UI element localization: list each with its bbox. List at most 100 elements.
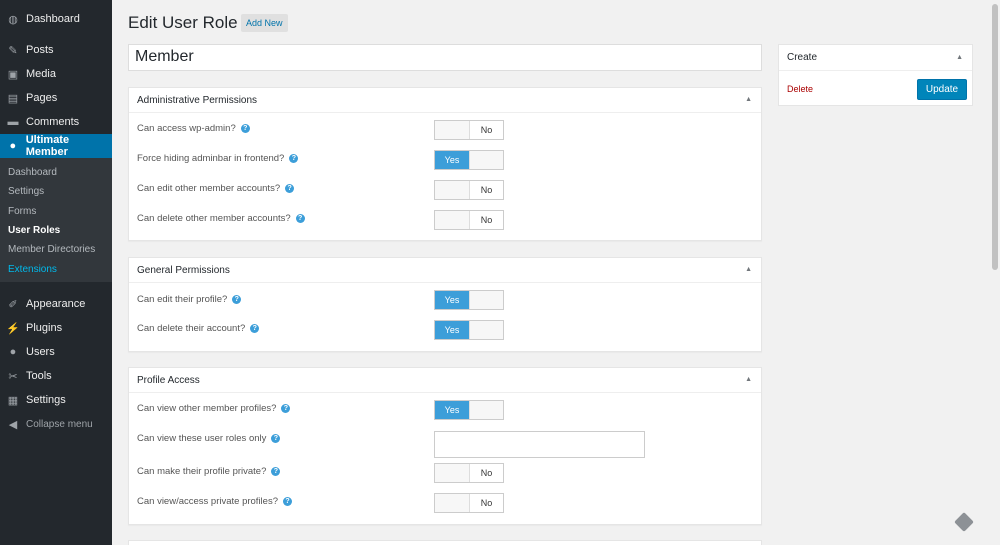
panel-header[interactable]: Profile Access ▲ bbox=[129, 368, 761, 393]
menu-pages[interactable]: ▤ Pages bbox=[0, 86, 112, 110]
permission-label: Can edit their profile?? bbox=[137, 294, 242, 305]
collapse-arrow-icon[interactable]: ▲ bbox=[956, 54, 963, 61]
collapse-arrow-icon[interactable]: ▲ bbox=[745, 376, 752, 383]
label-text: Can edit their profile? bbox=[137, 294, 228, 305]
collapse-menu-button[interactable]: ◀ Collapse menu bbox=[0, 412, 112, 436]
role-title-input[interactable]: Member bbox=[128, 44, 762, 71]
permission-label: Can make their profile private?? bbox=[137, 466, 281, 477]
page-title: Edit User Role bbox=[128, 13, 238, 32]
toggle-handle bbox=[468, 291, 503, 309]
menu-dashboard[interactable]: ◍ Dashboard bbox=[0, 7, 112, 31]
update-button[interactable]: Update bbox=[917, 79, 967, 100]
menu-ultimate-member[interactable]: ● Ultimate Member bbox=[0, 134, 112, 158]
help-icon[interactable]: ? bbox=[282, 497, 292, 506]
submenu-forms[interactable]: Forms bbox=[8, 206, 36, 217]
panel-title: General Permissions bbox=[137, 264, 230, 276]
toggle-no[interactable]: No bbox=[434, 493, 504, 513]
pin-icon: ✎ bbox=[8, 44, 18, 57]
submenu-member-directories[interactable]: Member Directories bbox=[8, 244, 95, 255]
menu-label: Settings bbox=[26, 394, 66, 406]
menu-appearance[interactable]: ✐ Appearance bbox=[0, 292, 112, 316]
help-icon[interactable]: ? bbox=[295, 214, 305, 223]
menu-comments[interactable]: ▬ Comments bbox=[0, 110, 112, 134]
menu-label: Pages bbox=[26, 92, 58, 104]
toggle-no[interactable]: No bbox=[434, 210, 504, 230]
menu-label: Ultimate Member bbox=[25, 134, 70, 158]
permission-label: Can access wp-admin?? bbox=[137, 123, 250, 134]
panel-header[interactable]: Administrative Permissions ▲ bbox=[129, 88, 761, 113]
menu-plugins[interactable]: ⚡ Plugins bbox=[0, 316, 112, 340]
toggle-yes[interactable]: Yes bbox=[434, 320, 504, 340]
add-new-button[interactable]: Add New bbox=[241, 14, 288, 32]
toggle-no[interactable]: No bbox=[434, 463, 504, 483]
help-icon[interactable]: ? bbox=[250, 324, 260, 333]
admin-permissions-panel: Administrative Permissions ▲ Can access … bbox=[128, 87, 762, 241]
panel-header[interactable]: General Permissions ▲ bbox=[129, 258, 761, 283]
scrollbar[interactable] bbox=[990, 0, 1000, 545]
menu-label: Posts bbox=[26, 44, 54, 56]
menu-tools[interactable]: ✂ Tools bbox=[0, 364, 112, 388]
submenu-settings[interactable]: Settings bbox=[8, 186, 44, 197]
menu-label: Dashboard bbox=[26, 13, 80, 25]
comment-icon: ▬ bbox=[7, 116, 19, 128]
toggle-value: Yes bbox=[435, 151, 469, 169]
profile-access-panel: Profile Access ▲ Can view other member p… bbox=[128, 367, 762, 525]
toggle-handle bbox=[468, 401, 503, 419]
toggle-yes[interactable]: Yes bbox=[434, 290, 504, 310]
brush-icon: ✐ bbox=[8, 298, 18, 311]
toggle-value: Yes bbox=[435, 321, 469, 339]
help-icon[interactable]: ? bbox=[281, 404, 291, 413]
collapse-arrow-icon[interactable]: ▲ bbox=[745, 266, 752, 273]
menu-label: Media bbox=[26, 68, 56, 80]
menu-users[interactable]: ● Users bbox=[0, 340, 112, 364]
delete-link[interactable]: Delete bbox=[787, 84, 813, 94]
submenu-dashboard[interactable]: Dashboard bbox=[8, 167, 57, 178]
permission-label: Can delete their account?? bbox=[137, 323, 260, 334]
submenu-extensions[interactable]: Extensions bbox=[8, 264, 57, 275]
toggle-value: Yes bbox=[435, 401, 469, 419]
label-text: Can access wp-admin? bbox=[137, 123, 236, 134]
help-icon[interactable]: ? bbox=[232, 295, 242, 304]
label-text: Can delete their account? bbox=[137, 323, 246, 334]
toggle-value: No bbox=[468, 211, 503, 229]
toggle-handle bbox=[435, 494, 469, 512]
user-icon: ● bbox=[9, 140, 17, 152]
help-icon[interactable]: ? bbox=[271, 434, 281, 443]
menu-media[interactable]: ▣ Media bbox=[0, 62, 112, 86]
tag-icon[interactable] bbox=[954, 512, 974, 532]
toggle-yes[interactable]: Yes bbox=[434, 400, 504, 420]
settings-icon: ▦ bbox=[7, 394, 19, 407]
toggle-value: No bbox=[468, 181, 503, 199]
menu-posts[interactable]: ✎ Posts bbox=[0, 38, 112, 62]
create-panel-header[interactable]: Create ▲ bbox=[779, 45, 972, 71]
menu-label: Users bbox=[26, 346, 55, 358]
toggle-no[interactable]: No bbox=[434, 120, 504, 140]
submenu-user-roles[interactable]: User Roles bbox=[8, 225, 60, 236]
menu-label: Comments bbox=[26, 116, 80, 128]
toggle-handle bbox=[435, 121, 469, 139]
label-text: Can edit other member accounts? bbox=[137, 183, 281, 194]
permission-label: Can view/access private profiles?? bbox=[137, 496, 292, 507]
admin-sidebar: ◍ Dashboard ✎ Posts ▣ Media ▤ Pages ▬ Comment… bbox=[0, 0, 112, 545]
dashboard-icon: ◍ bbox=[8, 13, 18, 26]
scroll-thumb[interactable] bbox=[992, 4, 998, 270]
toggle-value: No bbox=[468, 464, 503, 482]
menu-label: Appearance bbox=[26, 298, 86, 310]
toggle-value: No bbox=[468, 121, 503, 139]
help-icon[interactable]: ? bbox=[289, 154, 299, 163]
help-icon[interactable]: ? bbox=[240, 124, 250, 133]
toggle-handle bbox=[468, 321, 503, 339]
label-text: Force hiding adminbar in frontend? bbox=[137, 153, 285, 164]
toggle-yes[interactable]: Yes bbox=[434, 150, 504, 170]
plugin-icon: ⚡ bbox=[6, 322, 20, 335]
create-panel-title: Create bbox=[787, 52, 818, 63]
help-icon[interactable]: ? bbox=[271, 467, 281, 476]
toggle-handle bbox=[468, 151, 503, 169]
user-roles-select[interactable] bbox=[434, 431, 645, 458]
help-icon[interactable]: ? bbox=[285, 184, 295, 193]
toggle-value: Yes bbox=[435, 291, 469, 309]
collapse-arrow-icon[interactable]: ▲ bbox=[745, 96, 752, 103]
toggle-handle bbox=[435, 464, 469, 482]
menu-settings[interactable]: ▦ Settings bbox=[0, 388, 112, 412]
toggle-no[interactable]: No bbox=[434, 180, 504, 200]
